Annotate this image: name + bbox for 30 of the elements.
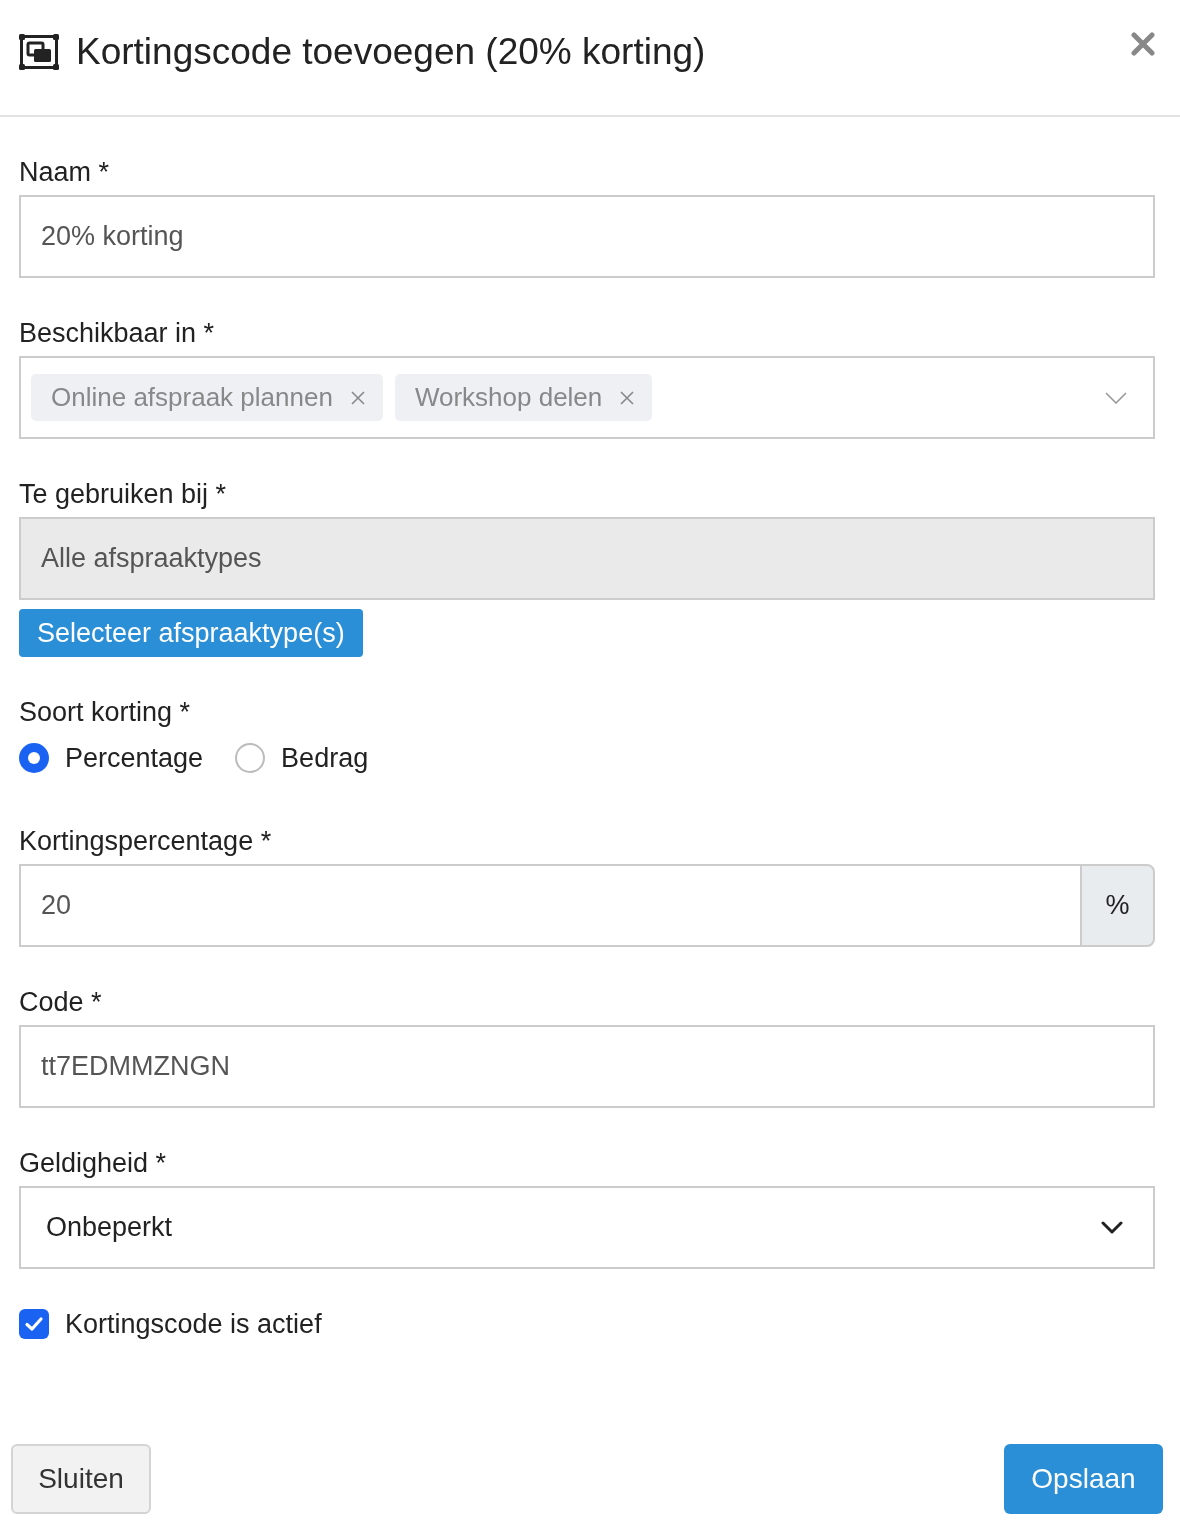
field-label: Te gebruiken bij * (19, 478, 228, 511)
close-icon[interactable] (1131, 31, 1155, 56)
remove-icon[interactable] (620, 390, 635, 405)
close-button[interactable]: Sluiten (11, 1444, 151, 1514)
tag-label: Workshop delen (414, 382, 603, 413)
save-button[interactable]: Opslaan (1004, 1444, 1163, 1514)
chevron-down-icon (1101, 1221, 1123, 1234)
field-label: Beschikbaar in * (19, 317, 216, 350)
tag-label: Online afspraak plannen (51, 382, 333, 413)
chevron-down-icon[interactable] (1105, 391, 1127, 404)
checkbox[interactable] (19, 1309, 49, 1339)
radio-label[interactable]: Bedrag (281, 742, 369, 774)
radio-label[interactable]: Percentage (65, 742, 204, 774)
field-label: Code * (19, 986, 103, 1019)
unit-addon: % (1080, 864, 1155, 947)
text-field[interactable]: 20% korting (19, 195, 1155, 278)
remove-icon[interactable] (350, 390, 365, 405)
field-label: Soort korting * (19, 696, 192, 729)
field-label: Naam * (19, 156, 111, 189)
field-label: Geldigheid * (19, 1147, 168, 1180)
dropdown-field[interactable]: Onbeperkt (19, 1186, 1155, 1269)
radio-button[interactable] (235, 743, 266, 773)
number-field[interactable]: 20 (19, 864, 1080, 947)
overlapping-squares-icon (19, 33, 59, 70)
text-field[interactable]: tt7EDMMZNGN (19, 1025, 1155, 1108)
text-field: Alle afspraaktypes (19, 517, 1155, 600)
field-label: Kortingspercentage * (19, 825, 273, 858)
dialog-title: Kortingscode toevoegen (20% korting) (76, 29, 707, 74)
checkbox-label[interactable]: Kortingscode is actief (65, 1308, 322, 1340)
radio-button[interactable] (19, 743, 49, 773)
